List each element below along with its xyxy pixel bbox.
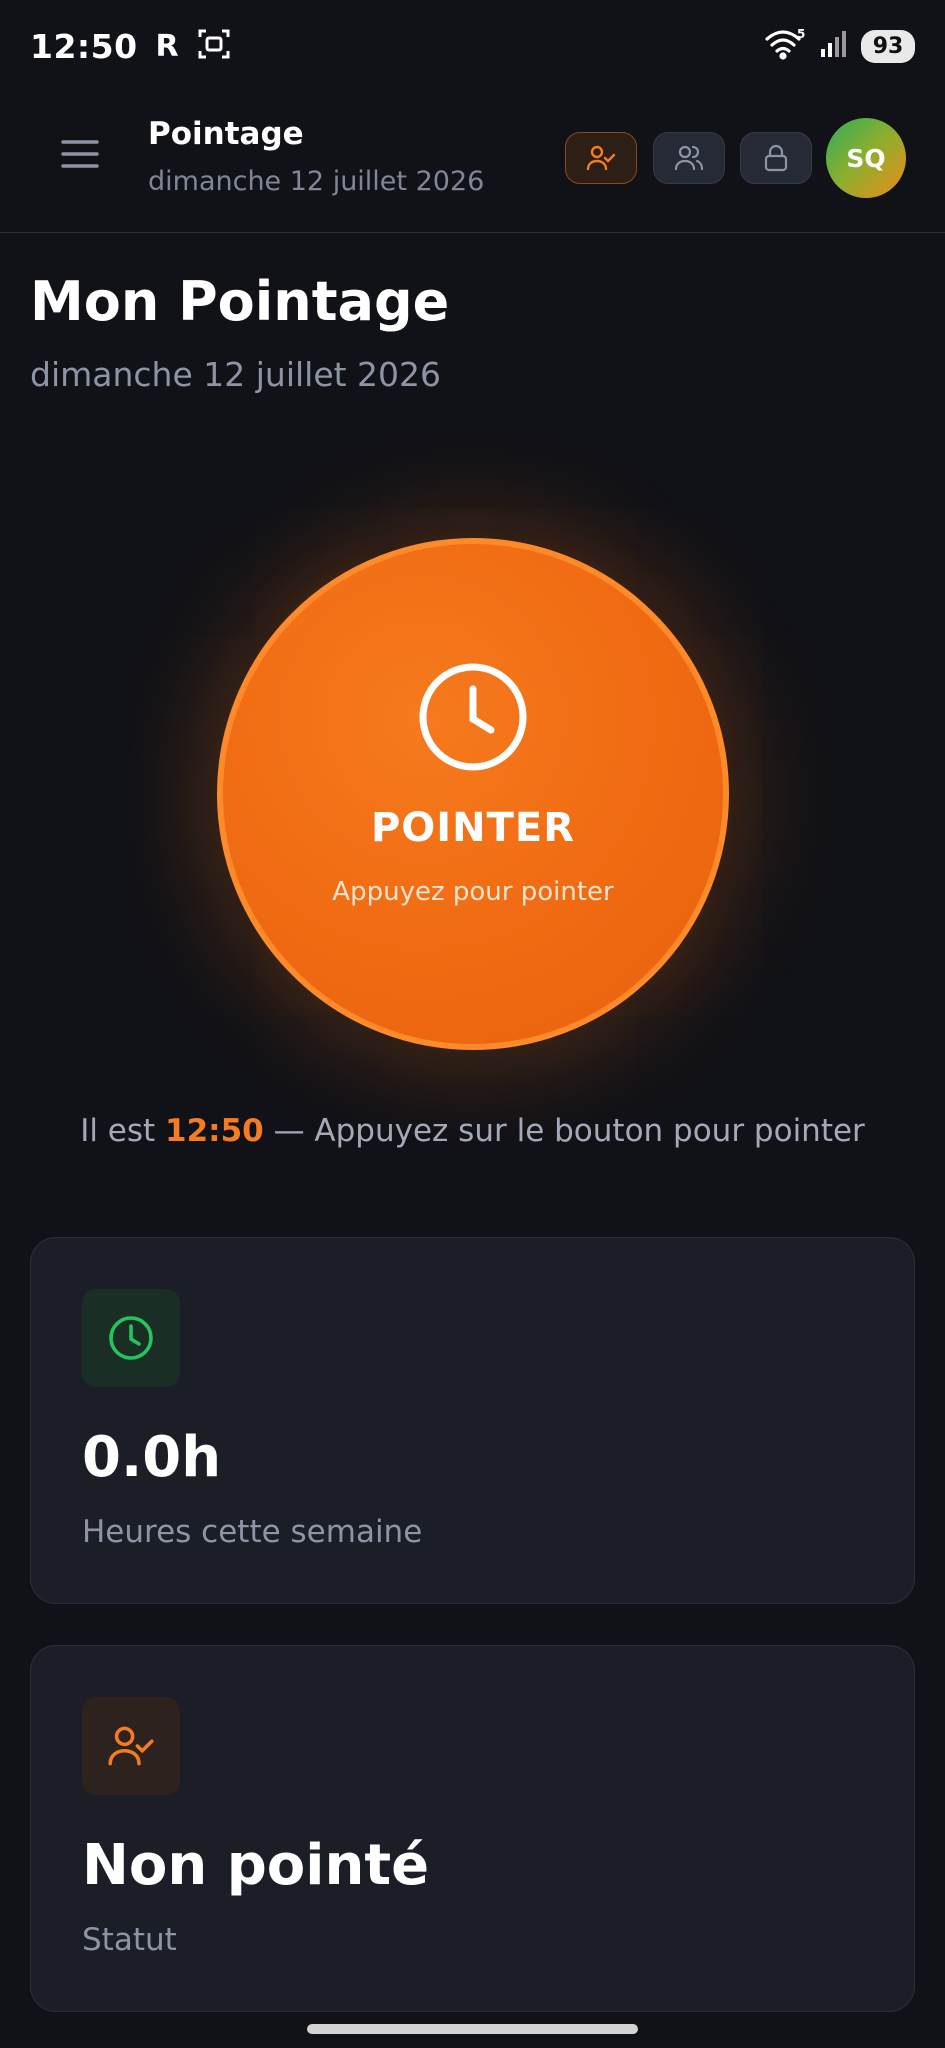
punch-hint: Appuyez pour pointer [332,877,614,907]
status-bar: 12:50 R 5 93 [0,0,945,92]
users-icon [674,145,704,171]
user-check-icon [108,1726,154,1766]
lock-icon [764,144,788,172]
status-card-icon-box [82,1697,180,1795]
hours-value: 0.0h [82,1425,222,1490]
hours-card-icon-box [82,1289,180,1387]
avatar[interactable]: SQ [826,118,906,198]
screenshot-icon [197,27,231,65]
status-time: 12:50 [30,26,138,66]
punch-label: POINTER [370,805,576,851]
app-title: Pointage [148,116,304,152]
info-prefix: Il est [80,1113,166,1149]
svg-text:5: 5 [797,27,805,41]
info-suffix: — Appuyez sur le bouton pour pointer [263,1113,865,1149]
signal-icon [819,29,849,63]
hours-card: 0.0h Heures cette semaine [30,1237,915,1604]
hamburger-icon [61,140,99,168]
page-title: Mon Pointage [30,270,450,333]
info-time: 12:50 [165,1113,264,1149]
menu-button[interactable] [60,136,110,186]
clock-icon [417,661,529,777]
carrier-icon: R [155,28,179,64]
battery-indicator: 93 [861,29,915,63]
status-card: Non pointé Statut [30,1645,915,2012]
status-label: Statut [82,1922,177,1958]
page-date: dimanche 12 juillet 2026 [30,355,442,394]
user-check-icon [586,145,616,171]
lock-button[interactable] [740,132,812,184]
app-header: Pointage dimanche 12 juillet 2026 SQ [0,92,945,233]
status-bar-right: 5 93 [763,27,915,65]
clock-icon [109,1316,153,1360]
gesture-bar[interactable] [307,2024,638,2034]
punch-button[interactable]: POINTER Appuyez pour pointer [217,538,729,1050]
wifi-icon: 5 [763,27,807,65]
status-bar-left: 12:50 R [30,27,231,66]
hours-label: Heures cette semaine [82,1514,423,1550]
punch-view-button[interactable] [565,132,637,184]
current-time-info: Il est 12:50 — Appuyez sur le bouton pou… [0,1113,945,1149]
status-value: Non pointé [82,1833,430,1898]
app-subtitle-date: dimanche 12 juillet 2026 [148,166,485,197]
team-button[interactable] [653,132,725,184]
